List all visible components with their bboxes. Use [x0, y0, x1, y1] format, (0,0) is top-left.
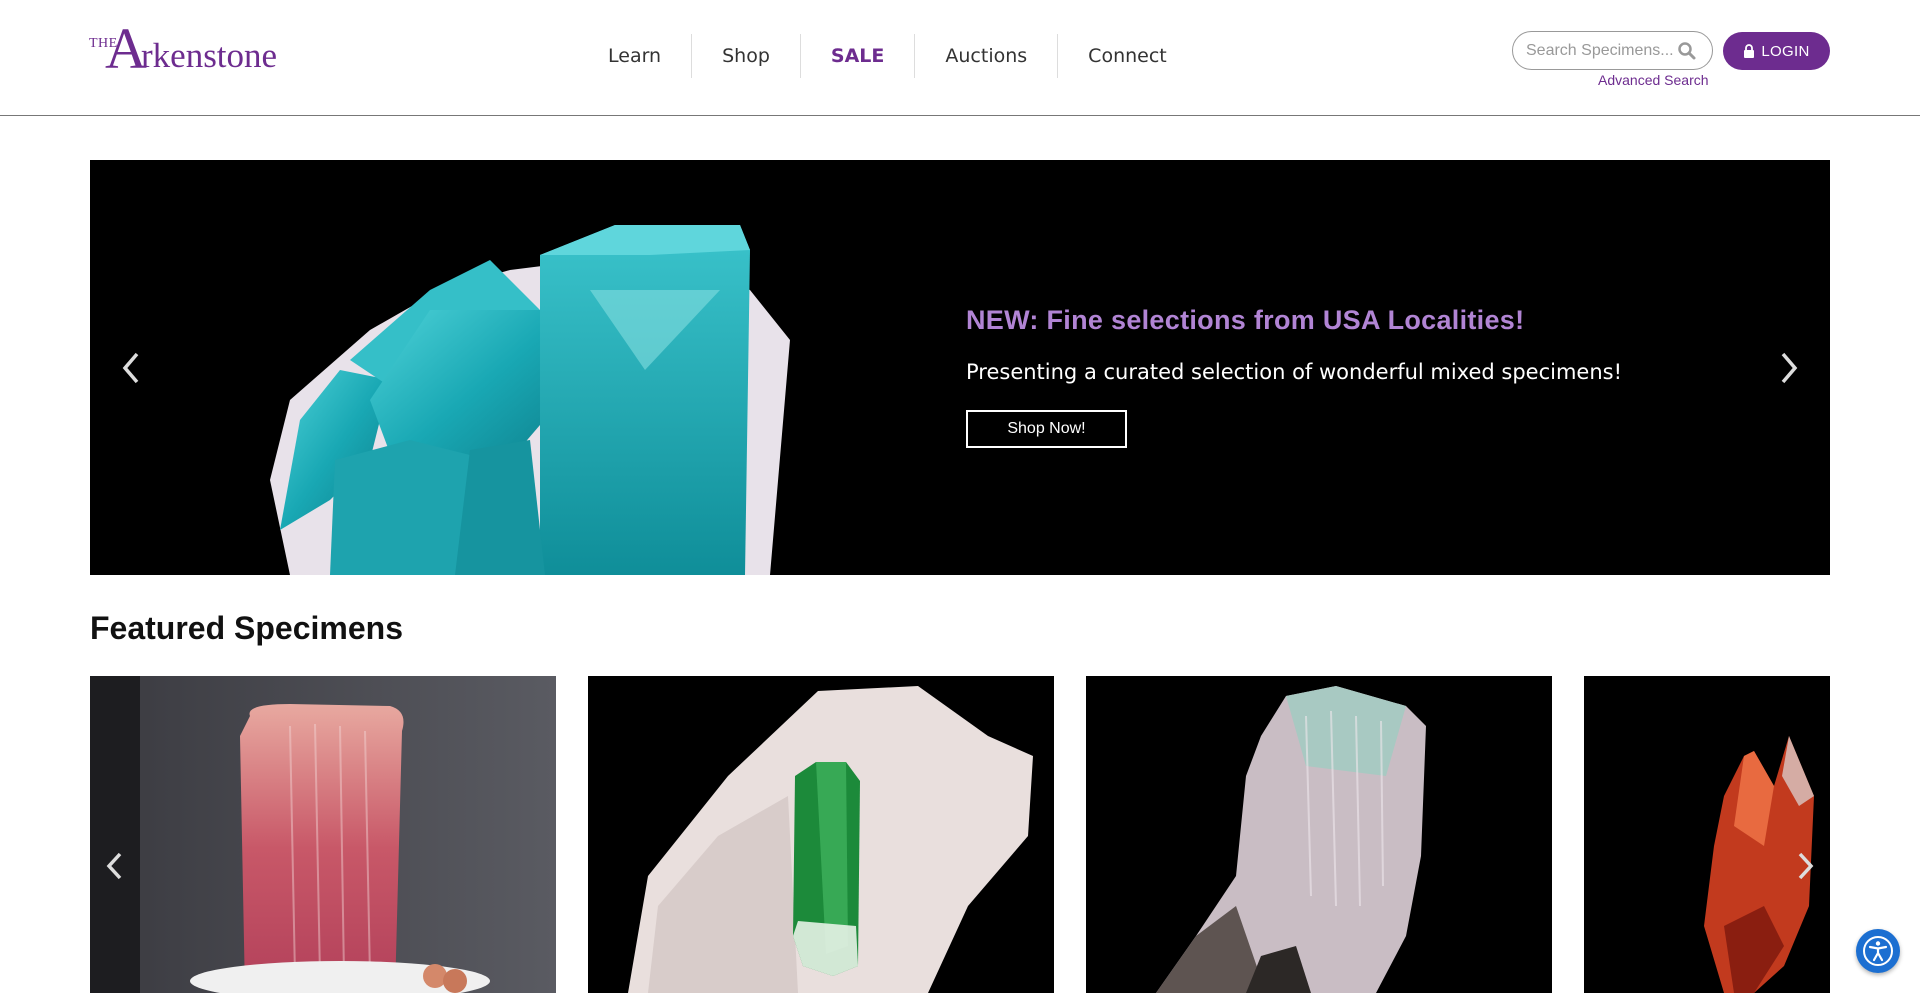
hero-banner: NEW: Fine selections from USA Localities…	[90, 160, 1830, 575]
featured-next-button[interactable]	[1790, 846, 1820, 886]
hero-specimen-image	[270, 225, 790, 575]
specimen-card-green-tourmaline[interactable]	[588, 676, 1054, 993]
chevron-right-icon	[1781, 352, 1798, 384]
logo-name: rkenstone	[141, 36, 278, 75]
login-label: LOGIN	[1761, 42, 1810, 60]
hero-title: NEW: Fine selections from USA Localities…	[966, 305, 1525, 335]
search-input[interactable]	[1526, 40, 1676, 62]
search-icon[interactable]	[1677, 41, 1697, 61]
lock-icon	[1744, 44, 1755, 58]
arkenstone-logo[interactable]: THE A rkenstone	[89, 20, 279, 84]
accessibility-button[interactable]	[1856, 929, 1900, 973]
main-nav: Learn Shop SALE Auctions Connect	[578, 34, 1197, 78]
nav-auctions[interactable]: Auctions	[915, 34, 1059, 78]
nav-connect[interactable]: Connect	[1058, 34, 1197, 78]
nav-shop[interactable]: Shop	[692, 34, 801, 78]
featured-prev-button[interactable]	[100, 846, 130, 886]
specimen-card-rhodochrosite[interactable]	[1584, 676, 1830, 993]
specimen-card-tourmaline[interactable]	[90, 676, 556, 993]
chevron-right-icon	[1798, 852, 1814, 880]
nav-sale[interactable]: SALE	[801, 34, 916, 78]
specimen-image	[588, 676, 1054, 993]
chevron-left-icon	[122, 352, 139, 384]
hero-prev-button[interactable]	[117, 348, 147, 388]
shop-now-button[interactable]: Shop Now!	[966, 410, 1127, 448]
hero-subtitle: Presenting a curated selection of wonder…	[966, 360, 1623, 384]
hero-next-button[interactable]	[1773, 348, 1803, 388]
featured-carousel	[90, 676, 1830, 993]
specimen-image	[90, 676, 556, 993]
advanced-search-link[interactable]: Advanced Search	[1598, 72, 1709, 88]
accessibility-icon	[1863, 936, 1893, 966]
chevron-left-icon	[106, 852, 122, 880]
specimen-image	[1584, 676, 1830, 993]
login-button[interactable]: LOGIN	[1723, 32, 1830, 70]
search-box	[1512, 31, 1713, 70]
specimen-image	[1086, 676, 1552, 993]
featured-title: Featured Specimens	[90, 610, 403, 646]
site-header: THE A rkenstone Learn Shop SALE Auctions…	[0, 0, 1920, 116]
specimen-card-kunzite[interactable]	[1086, 676, 1552, 993]
nav-learn[interactable]: Learn	[578, 34, 693, 78]
